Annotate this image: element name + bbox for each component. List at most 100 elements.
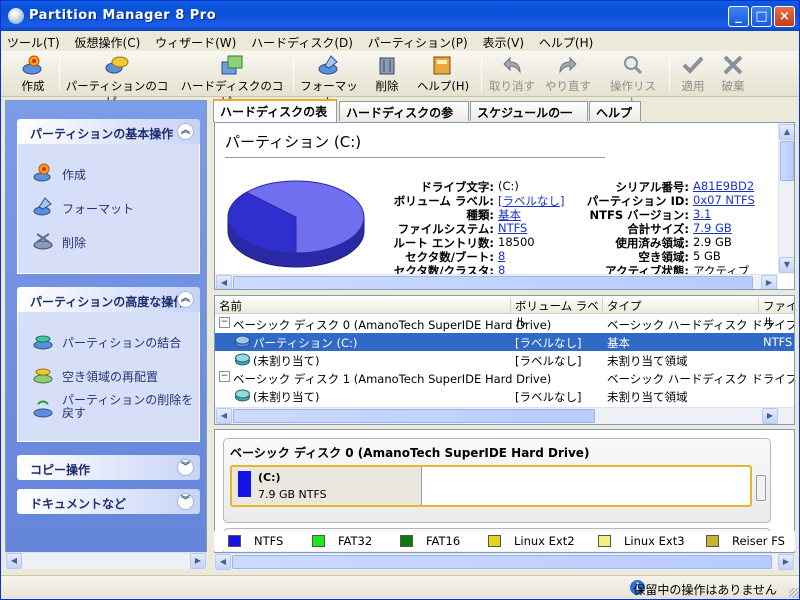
apply-button[interactable]: 適用 [675, 54, 711, 94]
advanced-operations-header[interactable]: パーティションの高度な操作 ︽ [17, 287, 200, 312]
scroll-left-button[interactable]: ◀ [216, 408, 232, 424]
disk-0-scroll-handle[interactable] [756, 475, 766, 501]
scroll-left-button[interactable]: ◀ [216, 275, 232, 289]
scroll-right-button[interactable]: ▶ [762, 408, 778, 424]
x-icon [723, 55, 743, 75]
property-value[interactable]: 8 [498, 249, 505, 263]
info-vertical-scrollbar[interactable]: ▲ ▼ [778, 123, 794, 274]
scroll-up-button[interactable]: ▲ [779, 124, 794, 140]
property-value[interactable]: 7.9 GB [693, 221, 732, 235]
scroll-thumb[interactable] [780, 141, 794, 181]
property-value[interactable]: 0x07 NTFS [693, 193, 755, 207]
info-horizontal-scrollbar[interactable]: ◀ ▶ [215, 274, 778, 289]
sidebar-horizontal-scrollbar[interactable]: ◀ ▶ [5, 552, 207, 569]
collapse-icon[interactable]: ︽ [177, 291, 194, 308]
scroll-thumb[interactable] [233, 409, 595, 423]
scroll-thumb[interactable] [232, 555, 772, 569]
sidebar-item-merge[interactable]: パーティションの結合 [18, 324, 199, 358]
column-name[interactable]: 名前 [215, 298, 511, 314]
tab-harddisk-view[interactable]: ハードディスクの表示 [213, 99, 337, 136]
property-value[interactable]: 3.1 [693, 207, 711, 221]
redo-button[interactable]: やり直す [543, 54, 593, 94]
list-horizontal-scrollbar[interactable]: ◀ ▶ [215, 407, 794, 424]
documents-header[interactable]: ドキュメントなど ︾ [17, 489, 200, 514]
collapse-icon[interactable]: ︽ [177, 123, 194, 140]
legend-swatch [312, 535, 325, 547]
basic-operations-header[interactable]: パーティションの基本操作 ︽ [17, 119, 200, 144]
close-button[interactable]: × [774, 6, 795, 27]
row-type: 基本 [607, 336, 630, 350]
sidebar-item-delete[interactable]: 削除 [18, 224, 199, 258]
menu-help[interactable]: ヘルプ(H) [533, 31, 598, 51]
property-value: 18500 [498, 235, 535, 249]
scroll-left-button[interactable]: ◀ [215, 554, 231, 570]
row-filesystem: NTFS [763, 335, 793, 349]
legend-swatch [488, 535, 501, 547]
menu-wizard[interactable]: ウィザード(W) [149, 31, 241, 51]
tab-harddisk-browse[interactable]: ハードディスクの参照 [339, 101, 469, 137]
documents-group: ドキュメントなど ︾ [17, 489, 200, 514]
scroll-right-button[interactable]: ▶ [190, 553, 206, 569]
minimize-button[interactable]: _ [728, 6, 749, 27]
menu-tools[interactable]: ツール(T) [1, 31, 65, 51]
help-button[interactable]: ヘルプ(H) [415, 54, 471, 94]
map-horizontal-scrollbar[interactable]: ◀ ▶ [214, 553, 795, 570]
partition-c-block[interactable]: (C:) 7.9 GB NTFS [232, 467, 422, 505]
sidebar-item-create[interactable]: 作成 [18, 156, 199, 190]
operation-list-button[interactable]: 操作リスト [605, 54, 661, 109]
menu-view[interactable]: 表示(V) [476, 31, 529, 51]
scroll-right-button[interactable]: ▶ [778, 554, 794, 570]
menu-harddisk[interactable]: ハードディスク(D) [245, 31, 358, 51]
partition-row[interactable]: (未割り当て) [ラベルなし] 未割り当て領域 [215, 351, 794, 369]
collapse-toggle[interactable]: − [219, 317, 230, 328]
legend-swatch [706, 535, 719, 547]
copy-operations-header[interactable]: コピー操作 ︾ [17, 455, 200, 480]
legend-label: Linux Ext2 [514, 534, 575, 548]
scroll-down-button[interactable]: ▼ [779, 257, 794, 273]
partition-info-panel: パーティション (C:) ドライブ文字: (C:) ボリューム ラベル: [ラベルなし… [214, 122, 795, 290]
column-type[interactable]: タイプ [603, 298, 759, 314]
help-book-icon [433, 56, 451, 75]
collapse-toggle[interactable]: − [219, 371, 230, 382]
copy-partition-button[interactable]: パーティションのコピー [65, 54, 169, 109]
column-volume-label[interactable]: ボリューム ラベル [511, 298, 603, 329]
property-value[interactable]: NTFS [498, 221, 527, 235]
tab-help[interactable]: ヘルプ [589, 101, 641, 121]
column-filesystem[interactable]: ファイル [759, 298, 794, 329]
copy-operations-group: コピー操作 ︾ [17, 455, 200, 480]
sidebar-item-undelete[interactable]: パーティションの削除を戻す [18, 392, 199, 426]
format-icon [318, 55, 338, 75]
menu-partition[interactable]: パーティション(P) [362, 31, 473, 51]
menu-virtual[interactable]: 仮想操作(C) [69, 31, 146, 51]
expand-icon[interactable]: ︾ [177, 493, 194, 510]
discard-button[interactable]: 破棄 [715, 54, 751, 94]
disk-0-bar: (C:) 7.9 GB NTFS [230, 465, 752, 507]
partition-row[interactable]: (未割り当て) [ラベルなし] 未割り当て領域 [215, 387, 794, 405]
undo-button[interactable]: 取り消す [487, 54, 537, 94]
title-bar[interactable]: Partition Manager 8 Pro _ □ × [1, 1, 799, 31]
scroll-thumb[interactable] [233, 276, 753, 289]
row-type: ベーシック ハードディスク ドライブ [607, 372, 795, 386]
sidebar-item-redistribute[interactable]: 空き領域の再配置 [18, 358, 199, 392]
copy-disk-button[interactable]: ハードディスクのコピー [177, 54, 287, 109]
magnifier-icon [624, 56, 643, 75]
row-label: [ラベルなし] [515, 354, 582, 368]
legend-label: NTFS [254, 534, 284, 548]
sidebar-item-format[interactable]: フォーマット [18, 190, 199, 224]
resize-grip[interactable] [789, 588, 799, 598]
view-tabs: ハードディスクの表示 ハードディスクの参照 スケジュールの一覧 ヘルプ [213, 99, 799, 137]
scroll-left-button[interactable]: ◀ [6, 553, 22, 569]
property-value[interactable]: A81E9BD2 [693, 179, 754, 193]
scroll-right-button[interactable]: ▶ [761, 275, 777, 289]
delete-button[interactable]: 削除 [367, 54, 407, 94]
disk-row[interactable]: − ベーシック ディスク 0 (AmanoTech SuperIDE Hard D… [215, 315, 794, 333]
merge-icon [33, 335, 53, 350]
advanced-operations-group: パーティションの高度な操作 ︽ パーティションの結合 空き領域の再配置 パーティシ… [17, 287, 200, 442]
maximize-button[interactable]: □ [751, 6, 772, 27]
partition-row[interactable]: パーティション (C:) [ラベルなし] 基本 NTFS [215, 333, 794, 351]
disk-row[interactable]: − ベーシック ディスク 1 (AmanoTech SuperIDE Hard D… [215, 369, 795, 387]
create-button[interactable]: 作成 [13, 54, 53, 94]
expand-icon[interactable]: ︾ [177, 459, 194, 476]
tab-schedule-list[interactable]: スケジュールの一覧 [470, 101, 588, 137]
format-button[interactable]: フォーマット [299, 54, 359, 109]
